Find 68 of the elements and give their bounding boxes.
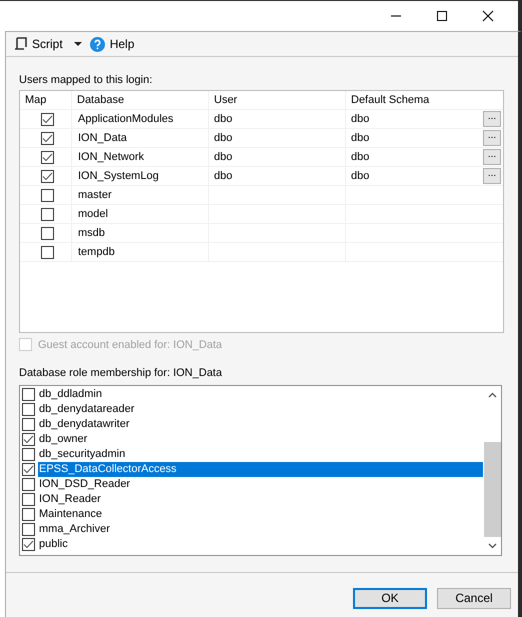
role-checkbox[interactable] (22, 403, 35, 416)
table-cell: dbo (214, 132, 232, 144)
browse-button[interactable]: ... (483, 149, 501, 165)
ok-button[interactable]: OK (353, 588, 427, 608)
map-checkbox[interactable] (41, 188, 54, 202)
table-cell: ApplicationModules (78, 113, 174, 125)
map-checkbox[interactable] (41, 170, 54, 182)
role-checkbox[interactable] (22, 493, 35, 506)
cancel-button[interactable]: Cancel (437, 588, 511, 608)
column-header: User (209, 91, 346, 109)
role-item[interactable]: db_securityadmin (38, 447, 483, 462)
role-item[interactable]: EPSS_DataCollectorAccess (38, 462, 483, 477)
table-cell: dbo (214, 151, 232, 163)
role-checkbox[interactable] (22, 478, 35, 491)
scroll-up-icon[interactable] (488, 392, 497, 398)
section-label: Database role membership for: ION_Data (19, 367, 223, 379)
column-header: Default Schema (350, 93, 430, 108)
map-checkbox[interactable] (41, 150, 54, 164)
maximize-icon[interactable] (436, 10, 448, 22)
help-icon (90, 36, 105, 52)
column-header: Map (20, 91, 72, 109)
map-checkbox[interactable] (41, 112, 54, 126)
map-checkbox[interactable] (41, 246, 54, 258)
table-cell: dbo (351, 113, 370, 125)
role-item[interactable]: ION_DSD_Reader (38, 477, 483, 492)
table-cell: dbo (351, 151, 370, 163)
help-button[interactable]: Help (90, 36, 134, 52)
scroll-down-icon[interactable] (488, 543, 497, 549)
role-checkbox[interactable] (22, 508, 35, 521)
role-checkbox[interactable] (22, 388, 35, 401)
guest-label: Guest account enabled for: ION_Data (38, 338, 222, 350)
role-item[interactable]: db_owner (38, 432, 483, 447)
role-item[interactable]: mma_Archiver (38, 522, 483, 537)
map-checkbox[interactable] (41, 132, 54, 144)
map-checkbox[interactable] (41, 226, 54, 240)
scrollbar-thumb[interactable] (484, 442, 501, 537)
section-label: Users mapped to this login: (19, 74, 154, 86)
role-checkbox[interactable] (22, 538, 35, 551)
role-item[interactable]: db_ddladmin (38, 387, 483, 402)
role-item[interactable]: public (38, 537, 483, 552)
role-checkbox[interactable] (22, 448, 35, 461)
table-cell: ION_SystemLog (78, 170, 159, 182)
map-checkbox[interactable] (41, 208, 54, 220)
table-cell: ION_Network (78, 151, 144, 163)
role-item[interactable]: db_denydatawriter (38, 417, 483, 432)
table-cell: tempdb (78, 246, 115, 258)
script-icon (14, 37, 27, 51)
table-cell: dbo (214, 170, 232, 182)
role-checkbox[interactable] (22, 523, 35, 536)
table-cell: ION_Data (78, 132, 127, 144)
script-button[interactable]: Script (14, 37, 82, 51)
role-checkbox[interactable] (22, 433, 35, 446)
table-cell: msdb (78, 227, 105, 239)
close-icon[interactable] (482, 10, 494, 22)
browse-button[interactable]: ... (483, 130, 501, 146)
table-cell: dbo (214, 113, 232, 125)
role-checkbox[interactable] (22, 418, 35, 431)
browse-button[interactable]: ... (483, 111, 501, 127)
table-cell: dbo (351, 170, 370, 182)
table-cell: master (78, 189, 112, 201)
table-cell: model (78, 208, 108, 220)
role-checkbox[interactable] (22, 463, 35, 476)
table-cell: dbo (351, 132, 370, 144)
browse-button[interactable]: ... (483, 168, 501, 184)
role-item[interactable]: Maintenance (38, 507, 483, 522)
role-item[interactable]: db_denydatareader (38, 402, 483, 417)
role-item[interactable]: ION_Reader (38, 492, 483, 507)
column-header: Database (72, 91, 209, 109)
